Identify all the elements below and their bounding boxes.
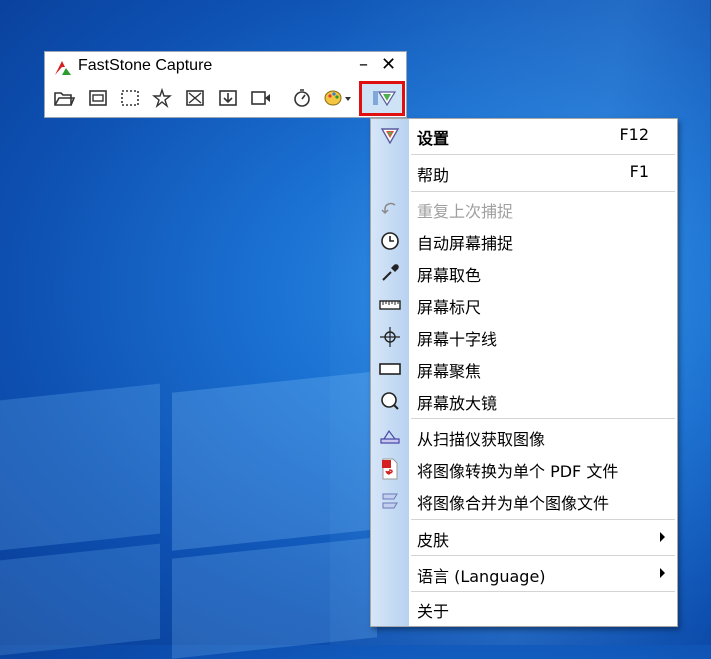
menu-item-skin[interactable]: 皮肤 [371,523,677,553]
wallpaper-pane [0,543,160,656]
output-palette-icon [324,90,351,106]
submenu-arrow-icon [660,532,665,542]
output-palette-button[interactable] [322,85,354,111]
menu-item-label: 将图像合并为单个图像文件 [417,494,610,513]
settings-icon [373,91,397,107]
capture-fullscreen-button[interactable] [183,85,207,111]
menu-item-label: 将图像转换为单个 PDF 文件 [417,462,619,481]
menu-item-label: 从扫描仪获取图像 [417,430,546,449]
pdf-icon [379,458,401,480]
minimize-button[interactable]: – [359,54,368,75]
menu-item-settings[interactable]: 设置 F12 [371,121,677,151]
menu-item-scanner[interactable]: 从扫描仪获取图像 [371,422,677,452]
toolbar-titlebar[interactable]: FastStone Capture – ✕ [45,52,406,82]
menu-item-shortcut: F1 [629,162,649,181]
merge-icon [379,490,401,512]
ruler-icon [379,294,401,316]
menu-item-shortcut: F12 [619,125,649,144]
magnifier-icon [379,390,401,412]
menu-item-label: 自动屏幕捕捉 [417,234,514,253]
toolbar-title: FastStone Capture [78,57,213,74]
timer-button[interactable] [290,85,314,111]
screen-record-button[interactable] [249,85,273,111]
menu-separator [411,154,675,155]
focus-rect-icon [379,358,401,380]
crosshair-icon [379,326,401,348]
wallpaper-pane [172,371,377,551]
menu-item-label: 语言 (Language) [417,567,546,586]
scanner-icon [379,426,401,448]
submenu-arrow-icon [660,568,665,578]
settings-icon [379,125,401,147]
menu-item-label: 重复上次捕捉 [417,202,514,221]
screen-record-icon [251,91,270,105]
clock-icon [379,230,401,252]
menu-item-label: 关于 [417,602,450,621]
menu-separator [411,191,675,192]
menu-item-label: 屏幕标尺 [417,298,482,317]
capture-scroll-button[interactable] [216,85,240,111]
menu-item-label: 屏幕取色 [417,266,482,285]
capture-fullscreen-icon [186,90,204,106]
capture-scroll-icon [219,90,237,106]
menu-item-screen-magnifier[interactable]: 屏幕放大镜 [371,386,677,416]
menu-item-help[interactable]: 帮助 F1 [371,158,677,188]
capture-rect-button[interactable] [118,85,142,111]
menu-item-convert-pdf[interactable]: 将图像转换为单个 PDF 文件 [371,454,677,484]
menu-item-label: 屏幕十字线 [417,330,498,349]
faststone-toolbar-window: FastStone Capture – ✕ [44,51,407,118]
open-button[interactable] [52,85,76,111]
capture-freehand-button[interactable] [150,85,174,111]
menu-item-repeat-capture[interactable]: 重复上次捕捉 [371,194,677,224]
menu-item-color-picker[interactable]: 屏幕取色 [371,258,677,288]
menu-item-about[interactable]: 关于 [371,594,677,624]
repeat-icon [379,198,401,220]
menu-separator [411,591,675,592]
settings-button[interactable] [368,85,400,111]
open-icon [54,92,75,106]
menu-item-merge-images[interactable]: 将图像合并为单个图像文件 [371,486,677,516]
menu-item-screen-focus[interactable]: 屏幕聚焦 [371,354,677,384]
capture-window-button[interactable] [86,85,110,111]
capture-window-icon [89,90,107,106]
menu-item-label: 屏幕聚焦 [417,362,482,381]
menu-item-screen-crosshair[interactable]: 屏幕十字线 [371,322,677,352]
menu-separator [411,519,675,520]
menu-item-auto-capture[interactable]: 自动屏幕捕捉 [371,226,677,256]
menu-item-label: 屏幕放大镜 [417,394,498,413]
settings-context-menu: 设置 F12 帮助 F1 重复上次捕捉 自动屏幕捕捉 屏幕取色 屏幕标尺 屏幕十… [370,118,678,627]
menu-item-label: 帮助 [417,166,450,185]
faststone-logo-icon [55,61,71,75]
menu-separator [411,418,675,419]
menu-item-label: 设置 [417,129,450,148]
menu-item-label: 皮肤 [417,531,450,550]
menu-separator [411,555,675,556]
menu-item-screen-ruler[interactable]: 屏幕标尺 [371,290,677,320]
menu-item-language[interactable]: 语言 (Language) [371,559,677,589]
wallpaper-pane [0,383,160,551]
eyedropper-icon [379,262,401,284]
capture-freehand-icon [152,88,172,108]
capture-rect-icon [121,90,139,106]
timer-icon [294,89,310,107]
close-button[interactable]: ✕ [381,54,396,75]
